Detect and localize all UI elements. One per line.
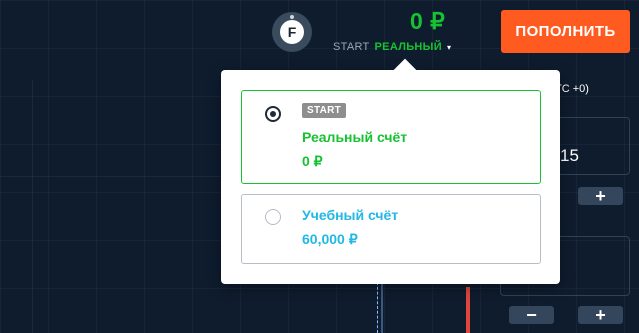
status-dot — [290, 15, 294, 19]
account-tier-label: START — [333, 41, 370, 53]
account-name: Учебный счёт — [302, 207, 399, 223]
account-tier-badge: START — [302, 103, 347, 118]
chart-grid-line — [0, 176, 220, 177]
account-name: Реальный счёт — [302, 129, 408, 145]
account-amount: 0 ₽ — [302, 153, 323, 169]
radio-unselected-icon[interactable] — [265, 209, 281, 225]
chart-grid-line — [32, 80, 33, 333]
amount-increase-button[interactable]: + — [578, 306, 623, 324]
time-value: 15 — [560, 146, 579, 165]
account-type-label: РЕАЛЬНЫЙ — [374, 41, 442, 53]
demo-account-option[interactable]: Учебный счёт 60,000 ₽ — [241, 194, 541, 264]
account-amount: 60,000 ₽ — [302, 231, 358, 247]
amount-decrease-button[interactable]: − — [509, 306, 554, 324]
brand-letter: F — [280, 20, 304, 44]
real-account-option[interactable]: START Реальный счёт 0 ₽ — [241, 90, 541, 184]
time-increase-button[interactable]: + — [578, 187, 623, 205]
chart-candle — [466, 287, 470, 333]
timezone-label: TC +0) — [555, 83, 589, 95]
account-switcher[interactable]: START РЕАЛЬНЫЙ ▾ — [333, 41, 451, 53]
radio-selected-icon[interactable] — [265, 106, 281, 122]
deposit-button[interactable]: ПОПОЛНИТЬ — [501, 10, 630, 53]
brand-logo-icon[interactable]: F — [272, 12, 312, 52]
chart-current-time-line — [377, 282, 378, 333]
account-popover: START Реальный счёт 0 ₽ Учебный счёт 60,… — [221, 58, 560, 284]
chart-price-line — [381, 282, 383, 333]
chevron-down-icon: ▾ — [446, 42, 451, 52]
account-balance: 0 ₽ — [410, 8, 446, 34]
